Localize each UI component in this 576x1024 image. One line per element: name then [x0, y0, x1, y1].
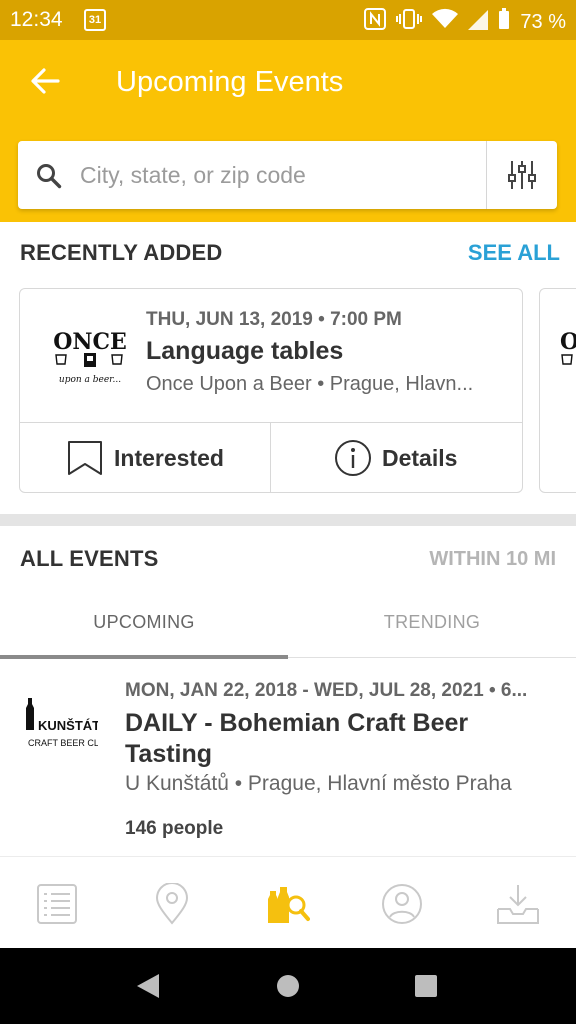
download-icon — [497, 885, 539, 924]
list-item[interactable]: KUNŠTÁTŮ CRAFT BEER CLUB MON, JAN 22, 20… — [0, 660, 576, 856]
status-time: 12:34 — [10, 8, 63, 31]
svg-text:upon a beer...: upon a beer... — [59, 375, 121, 385]
svg-text:KUNŠTÁTŮ: KUNŠTÁTŮ — [38, 717, 98, 733]
tab-active-indicator — [0, 655, 288, 659]
all-events-heading: ALL EVENTS — [20, 546, 159, 571]
section-separator — [0, 514, 576, 526]
u-kunstatu-logo: KUNŠTÁTŮ CRAFT BEER CLUB — [22, 694, 111, 754]
tab-upcoming[interactable]: UPCOMING — [0, 612, 288, 633]
svg-text:CRAFT BEER CLUB: CRAFT BEER CLUB — [28, 738, 98, 748]
bottom-navigation — [0, 856, 576, 948]
radius-filter[interactable]: WITHIN 10 MI — [429, 548, 556, 571]
see-all-link[interactable]: SEE ALL — [468, 240, 560, 266]
card-button-divider — [270, 423, 271, 493]
circle-home-icon — [277, 975, 299, 997]
vibrate-icon — [396, 8, 423, 36]
back-button[interactable] — [28, 64, 74, 104]
search-bar: City, state, or zip code — [18, 141, 557, 209]
battery-level: 73 % — [520, 10, 566, 33]
event-venue: U Kunštátů • Prague, Hlavní město Praha — [125, 772, 512, 795]
system-navigation-bar — [0, 948, 576, 1024]
nav-list-button[interactable] — [27, 879, 87, 929]
arrow-left-icon — [31, 68, 60, 94]
nav-beer-search-button[interactable] — [257, 879, 317, 929]
details-button[interactable]: Details — [334, 423, 457, 493]
beer-search-icon — [268, 887, 310, 923]
nav-download-button[interactable] — [488, 879, 548, 929]
wifi-icon — [432, 8, 459, 36]
next-card-logo: O — [560, 329, 576, 365]
map-pin-icon — [155, 883, 189, 925]
system-back-button[interactable] — [128, 970, 168, 1002]
tab-trending[interactable]: TRENDING — [288, 612, 576, 633]
system-recents-button[interactable] — [406, 970, 446, 1002]
profile-icon — [382, 884, 422, 924]
svg-text:O: O — [560, 329, 576, 355]
interested-label: Interested — [114, 444, 224, 471]
system-home-button[interactable] — [268, 970, 308, 1002]
bookmark-icon — [68, 441, 102, 475]
nav-profile-button[interactable] — [372, 879, 432, 929]
info-icon — [335, 440, 371, 476]
event-name: Language tables — [146, 337, 344, 365]
details-label: Details — [382, 444, 458, 471]
event-name: DAILY - Bohemian Craft Beer Tasting — [125, 709, 469, 768]
status-bar: 12:34 31 73 % — [0, 0, 576, 40]
search-icon — [36, 163, 62, 194]
signal-icon — [468, 8, 489, 36]
event-card-next[interactable]: O — [539, 288, 576, 493]
event-date: MON, JAN 22, 2018 - WED, JUL 28, 2021 • … — [125, 680, 528, 701]
interested-button[interactable]: Interested — [66, 423, 224, 493]
page-title: Upcoming Events — [116, 66, 344, 98]
list-icon — [37, 884, 77, 924]
status-icons: 73 % — [364, 8, 566, 36]
event-card[interactable]: ONCE upon a beer... THU, JUN 13, 2019 • … — [19, 288, 523, 493]
app-header: Upcoming Events City, state, or zip code — [0, 40, 576, 222]
calendar-icon: 31 — [84, 9, 106, 31]
battery-icon — [498, 8, 510, 36]
search-input[interactable]: City, state, or zip code — [80, 162, 306, 189]
event-venue: Once Upon a Beer • Prague, Hlavn... — [146, 373, 474, 395]
filter-button[interactable] — [487, 141, 557, 209]
square-recents-icon — [415, 975, 437, 997]
event-date: THU, JUN 13, 2019 • 7:00 PM — [146, 309, 402, 330]
nfc-icon — [364, 8, 387, 36]
nav-map-button[interactable] — [142, 879, 202, 929]
sliders-icon — [508, 161, 536, 189]
svg-text:ONCE: ONCE — [53, 329, 127, 355]
event-attendees: 146 people — [125, 818, 224, 839]
once-upon-a-beer-logo: ONCE upon a beer... — [40, 327, 140, 389]
triangle-back-icon — [137, 974, 159, 998]
recently-added-heading: RECENTLY ADDED — [20, 240, 223, 265]
